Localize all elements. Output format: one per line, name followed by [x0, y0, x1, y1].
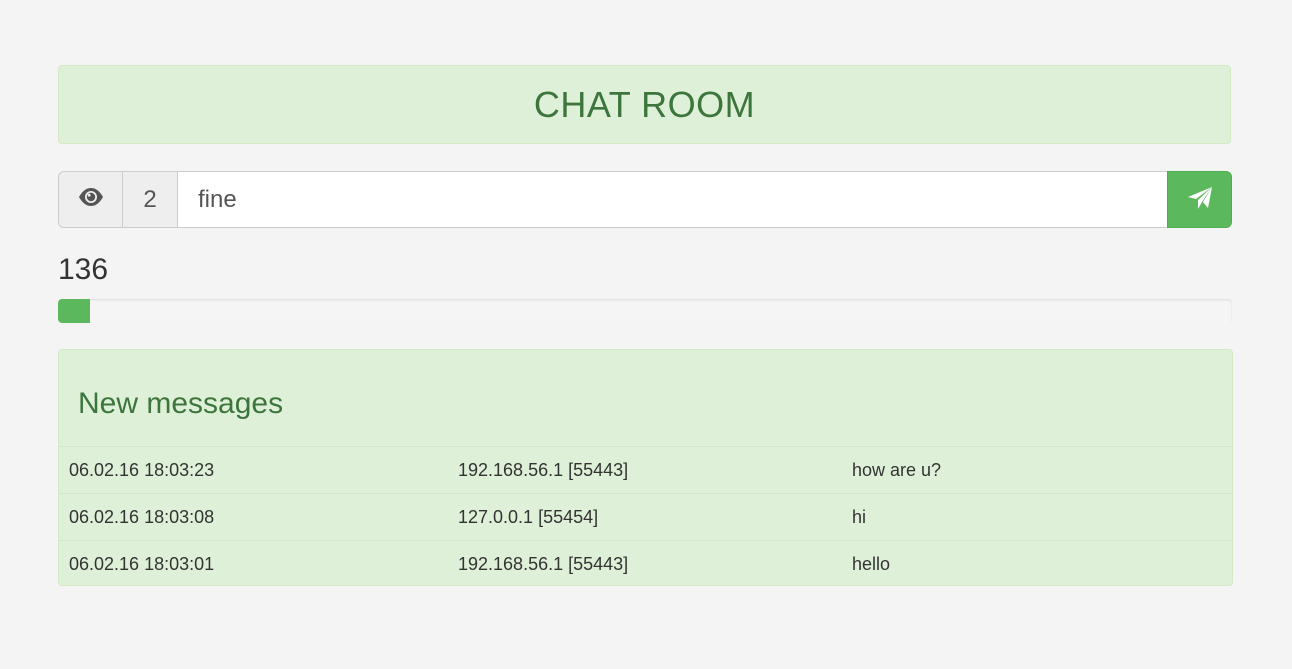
- send-button[interactable]: [1167, 171, 1232, 228]
- table-row: 06.02.16 18:03:01 192.168.56.1 [55443] h…: [59, 540, 1232, 585]
- title-panel: CHAT ROOM: [58, 65, 1231, 144]
- message-time: 06.02.16 18:03:23: [69, 459, 215, 480]
- viewers-count-value: 2: [143, 185, 157, 213]
- page-title: CHAT ROOM: [533, 83, 756, 125]
- message-time: 06.02.16 18:03:08: [59, 493, 448, 541]
- message-text: hello: [842, 540, 1232, 585]
- table-row: 06.02.16 18:03:08 127.0.0.1 [55454] hi: [59, 493, 1232, 541]
- messages-heading-title: New messages: [78, 387, 284, 420]
- message-address: 192.168.56.1 [55443]: [448, 540, 842, 585]
- viewers-count: 2: [123, 171, 178, 228]
- message-text: hi: [842, 493, 1232, 541]
- message-input-group: 2: [58, 171, 1232, 228]
- viewers-addon: [58, 171, 123, 228]
- eye-icon: [78, 186, 104, 214]
- paper-plane-icon: [1187, 186, 1213, 213]
- messages-panel: New messages 06.02.16 18:03:23 192.168.5…: [58, 349, 1233, 586]
- messages-heading: New messages: [59, 350, 1232, 447]
- message-address: 192.168.56.1 [55443]: [458, 459, 629, 480]
- message-address: 127.0.0.1 [55454]: [448, 493, 842, 541]
- progress-bar: [58, 299, 90, 323]
- message-time: 06.02.16 18:03:01: [59, 540, 448, 585]
- progress-track: [58, 299, 1232, 323]
- message-text: how are u?: [852, 459, 942, 480]
- message-counter: 136: [58, 253, 109, 286]
- table-row: 06.02.16 18:03:23 192.168.56.1 [55443] h…: [59, 447, 1232, 494]
- messages-table: 06.02.16 18:03:23 192.168.56.1 [55443] h…: [59, 447, 1232, 585]
- message-input[interactable]: [178, 171, 1167, 228]
